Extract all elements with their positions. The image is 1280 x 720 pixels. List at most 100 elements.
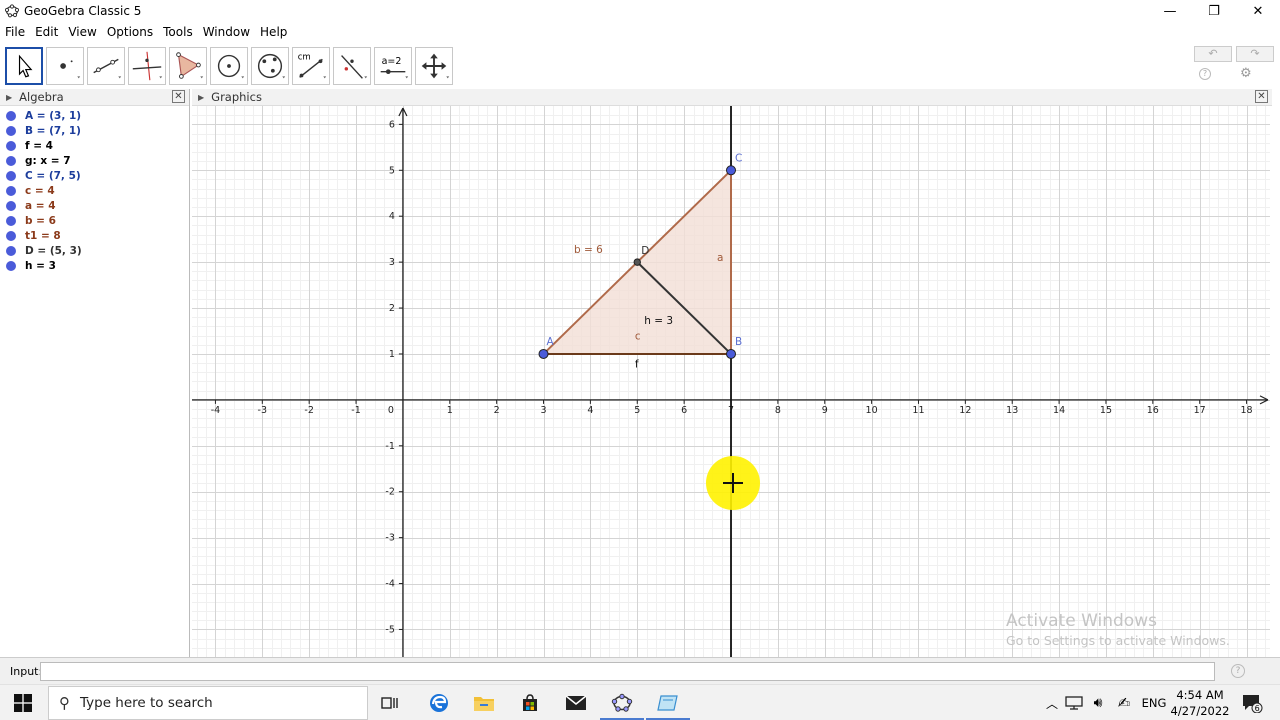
input-field[interactable] xyxy=(40,662,1215,681)
title-bar: GeoGebra Classic 5 — ❐ ✕ xyxy=(0,0,1280,22)
visibility-toggle-icon[interactable] xyxy=(6,185,16,196)
file-explorer-icon[interactable] xyxy=(472,691,496,715)
geogebra-taskbar-icon[interactable] xyxy=(610,691,634,715)
polygon-tool-button[interactable] xyxy=(169,47,207,85)
algebra-item[interactable]: C = (7, 5) xyxy=(0,168,189,183)
line-tool-button[interactable] xyxy=(87,47,125,85)
algebra-item[interactable]: f = 4 xyxy=(0,138,189,153)
algebra-item[interactable]: B = (7, 1) xyxy=(0,123,189,138)
toolbar-help-icon[interactable]: ? xyxy=(1199,68,1211,80)
redo-button[interactable]: ↷ xyxy=(1236,46,1274,62)
network-icon[interactable] xyxy=(1062,691,1086,715)
chevron-up-icon[interactable]: ︿ xyxy=(1040,691,1064,715)
algebra-item[interactable]: t1 = 8 xyxy=(0,228,189,243)
close-algebra-icon[interactable]: ✕ xyxy=(172,90,185,103)
algebra-item-text: A = (3, 1) xyxy=(25,109,82,122)
menu-view[interactable]: View xyxy=(67,25,97,39)
undo-button[interactable]: ↶ xyxy=(1194,46,1232,62)
gear-icon[interactable]: ⚙ xyxy=(1240,66,1252,81)
x-tick-label: 16 xyxy=(1147,405,1159,416)
reflect-tool-button[interactable] xyxy=(333,47,371,85)
x-tick-label: 15 xyxy=(1100,405,1112,416)
circle-icon xyxy=(217,54,245,79)
visibility-toggle-icon[interactable] xyxy=(6,215,16,226)
input-help-icon[interactable]: ? xyxy=(1231,664,1245,678)
circle-three-points-tool-button[interactable] xyxy=(251,47,289,85)
point-label: C xyxy=(735,152,742,164)
move-graphics-tool-button[interactable] xyxy=(415,47,453,85)
menu-help[interactable]: Help xyxy=(259,25,288,39)
algebra-header: ▶ Algebra ✕ xyxy=(0,89,189,106)
windows-start-icon[interactable] xyxy=(14,694,32,712)
edge-browser-icon[interactable] xyxy=(427,691,451,715)
menu-window[interactable]: Window xyxy=(202,25,251,39)
reflect-icon xyxy=(341,55,368,79)
restore-button[interactable]: ❐ xyxy=(1192,0,1236,22)
visibility-toggle-icon[interactable] xyxy=(6,125,16,136)
algebra-item-text: t1 = 8 xyxy=(25,229,61,242)
menu-file[interactable]: File xyxy=(4,25,26,39)
expand-triangle-icon[interactable]: ▶ xyxy=(6,93,12,102)
distance-tool-button[interactable]: cm xyxy=(292,47,330,85)
volume-icon[interactable]: 🔊︎ xyxy=(1086,691,1110,715)
close-window-button[interactable]: ✕ xyxy=(1236,0,1280,22)
minimize-button[interactable]: — xyxy=(1148,0,1192,22)
y-tick-label: -5 xyxy=(385,624,394,635)
algebra-item[interactable]: D = (5, 3) xyxy=(0,243,189,258)
svg-text:cm: cm xyxy=(298,52,311,62)
perpendicular-line-tool-button[interactable] xyxy=(128,47,166,85)
point-b[interactable] xyxy=(726,348,736,359)
point-tool-button[interactable] xyxy=(46,47,84,85)
algebra-item[interactable]: h = 3 xyxy=(0,258,189,273)
x-tick-label: -3 xyxy=(258,405,267,416)
y-tick-label: 6 xyxy=(389,119,395,130)
clock-time: 4:54 AM xyxy=(1176,688,1224,702)
point-a[interactable] xyxy=(538,348,549,359)
input-label: Input: xyxy=(10,665,43,678)
mail-icon[interactable] xyxy=(564,691,588,715)
circle-tool-button[interactable] xyxy=(210,47,248,85)
visibility-toggle-icon[interactable] xyxy=(6,110,16,121)
taskbar-clock[interactable]: 4:54 AM 4/27/2022 xyxy=(1170,687,1230,719)
slider-tool-button[interactable]: a=2 xyxy=(374,47,412,85)
visibility-toggle-icon[interactable] xyxy=(6,200,16,211)
polygon-icon xyxy=(176,52,204,79)
expand-triangle-icon[interactable]: ▶ xyxy=(198,93,204,102)
algebra-item[interactable]: A = (3, 1) xyxy=(0,108,189,123)
slider-icon: a=2 xyxy=(380,56,409,79)
algebra-item[interactable]: a = 4 xyxy=(0,198,189,213)
pen-icon[interactable]: ✍︎ xyxy=(1112,691,1136,715)
algebra-item[interactable]: c = 4 xyxy=(0,183,189,198)
visibility-toggle-icon[interactable] xyxy=(6,155,16,166)
svg-text:a=2: a=2 xyxy=(382,56,402,67)
notification-icon[interactable]: 6 xyxy=(1240,691,1264,715)
y-tick-label: -3 xyxy=(385,533,394,544)
menu-tools[interactable]: Tools xyxy=(162,25,194,39)
menu-edit[interactable]: Edit xyxy=(34,25,59,39)
visibility-toggle-icon[interactable] xyxy=(6,245,16,256)
y-tick-label: 5 xyxy=(389,165,395,176)
graphics-canvas[interactable]: -4-3-2-1123456789101112131415161718-5-4-… xyxy=(192,106,1270,657)
visibility-toggle-icon[interactable] xyxy=(6,230,16,241)
task-view-icon[interactable] xyxy=(378,691,402,715)
graphics-view[interactable]: ▶ Graphics ✕ -4-3-2-11234567891011121314… xyxy=(192,89,1272,657)
y-tick-label: -2 xyxy=(385,487,394,498)
move-tool-button[interactable] xyxy=(5,47,43,85)
visibility-toggle-icon[interactable] xyxy=(6,140,16,151)
taskbar-search-box[interactable]: ⚲ Type here to search xyxy=(48,686,368,720)
algebra-item[interactable]: g: x = 7 xyxy=(0,153,189,168)
menu-options[interactable]: Options xyxy=(106,25,154,39)
move-graphics-icon xyxy=(421,53,450,79)
visibility-toggle-icon[interactable] xyxy=(6,260,16,271)
visibility-toggle-icon[interactable] xyxy=(6,170,16,181)
close-graphics-icon[interactable]: ✕ xyxy=(1255,90,1268,103)
x-tick-label: 9 xyxy=(822,405,828,416)
point-c[interactable] xyxy=(726,165,736,176)
point-d[interactable] xyxy=(633,258,641,266)
algebra-item-text: c = 4 xyxy=(25,184,55,197)
app-window-icon[interactable] xyxy=(656,691,680,715)
language-indicator[interactable]: ENG xyxy=(1140,691,1168,715)
algebra-item[interactable]: b = 6 xyxy=(0,213,189,228)
x-tick-label: -2 xyxy=(304,405,313,416)
store-icon[interactable] xyxy=(518,691,542,715)
